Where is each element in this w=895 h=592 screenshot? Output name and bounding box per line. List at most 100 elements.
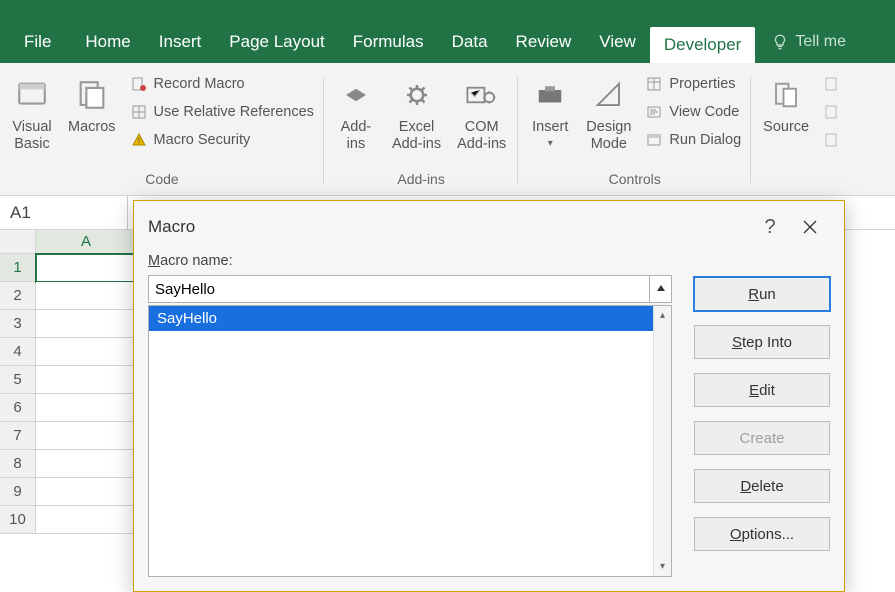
cell-a1[interactable] [36, 254, 137, 282]
visual-basic-icon [15, 78, 49, 112]
warning-icon: ! [130, 131, 148, 149]
tab-file[interactable]: File [0, 21, 71, 63]
cell[interactable] [36, 282, 137, 310]
visual-basic-label: Visual Basic [12, 119, 51, 152]
row-header[interactable]: 9 [0, 478, 36, 506]
row-header[interactable]: 3 [0, 310, 36, 338]
help-button[interactable]: ? [750, 207, 790, 247]
xml-stub-1[interactable] [819, 73, 845, 95]
macros-label: Macros [68, 119, 116, 136]
macro-security-button[interactable]: ! Macro Security [126, 129, 318, 151]
doc-icon [824, 132, 840, 148]
addins-button[interactable]: Add- ins [330, 71, 382, 171]
code-icon [645, 103, 663, 121]
cell[interactable] [36, 366, 137, 394]
view-code-button[interactable]: View Code [641, 101, 745, 123]
design-mode-button[interactable]: Design Mode [580, 71, 637, 171]
edit-button[interactable]: Edit [694, 373, 830, 407]
run-dialog-label: Run Dialog [669, 132, 741, 148]
ribbon-group-xml-label [799, 171, 803, 189]
com-addins-label: COM Add-ins [457, 119, 506, 152]
excel-addins-button[interactable]: Excel Add-ins [386, 71, 447, 171]
tab-home[interactable]: Home [71, 21, 144, 63]
cell[interactable] [36, 506, 137, 534]
tell-me-label: Tell me [795, 33, 846, 51]
visual-basic-button[interactable]: Visual Basic [6, 71, 58, 171]
chevron-down-icon: ▾ [660, 561, 665, 572]
ribbon: Visual Basic Macros Record Macro Use Rel… [0, 63, 895, 196]
close-button[interactable] [790, 207, 830, 247]
ruler-triangle-icon [593, 80, 625, 110]
scrollbar[interactable]: ▴ ▾ [653, 306, 671, 576]
tab-data[interactable]: Data [438, 21, 502, 63]
options-button[interactable]: Options... [694, 517, 830, 551]
ribbon-group-addins-label: Add-ins [397, 171, 444, 189]
cell[interactable] [36, 310, 137, 338]
tab-developer[interactable]: Developer [650, 27, 756, 63]
dialog-titlebar: Macro ? [134, 201, 844, 253]
step-into-button[interactable]: Step Into [694, 325, 830, 359]
row-header[interactable]: 10 [0, 506, 36, 534]
close-icon [802, 219, 818, 235]
macros-button[interactable]: Macros [62, 71, 122, 171]
ribbon-group-xml: Source [751, 71, 851, 189]
macro-dialog: Macro ? Macro name: SayHello ▴ ▾ Run [133, 200, 845, 592]
macro-security-label: Macro Security [154, 132, 251, 148]
cell[interactable] [36, 450, 137, 478]
range-picker-button[interactable] [650, 275, 672, 303]
row-header[interactable]: 8 [0, 450, 36, 478]
cell[interactable] [36, 394, 137, 422]
source-icon [770, 80, 802, 110]
record-macro-label: Record Macro [154, 76, 245, 92]
row-header[interactable]: 5 [0, 366, 36, 394]
properties-button[interactable]: Properties [641, 73, 745, 95]
col-header[interactable]: A [36, 230, 137, 254]
xml-stub-3[interactable] [819, 129, 845, 151]
macro-list-item[interactable]: SayHello [149, 306, 653, 331]
macro-name-input[interactable] [148, 275, 650, 303]
run-dialog-button[interactable]: Run Dialog [641, 129, 745, 151]
insert-control-button[interactable]: Insert▾ [524, 71, 576, 171]
tab-review[interactable]: Review [502, 21, 586, 63]
tab-view[interactable]: View [585, 21, 650, 63]
ribbon-group-addins: Add- ins Excel Add-ins COM Add-ins Add-i… [324, 71, 518, 189]
cell[interactable] [36, 422, 137, 450]
tab-strip: File Home Insert Page Layout Formulas Da… [0, 21, 895, 63]
svg-text:!: ! [137, 136, 140, 146]
dialog-title: Macro [148, 217, 195, 237]
cell[interactable] [36, 338, 137, 366]
com-addins-button[interactable]: COM Add-ins [451, 71, 512, 171]
record-icon [130, 75, 148, 93]
macro-list: SayHello ▴ ▾ [148, 305, 672, 577]
collapse-icon [655, 283, 667, 295]
relative-refs-label: Use Relative References [154, 104, 314, 120]
tab-formulas[interactable]: Formulas [339, 21, 438, 63]
record-macro-button[interactable]: Record Macro [126, 73, 318, 95]
com-addins-icon [465, 80, 499, 110]
xml-stub-2[interactable] [819, 101, 845, 123]
tab-insert[interactable]: Insert [145, 21, 216, 63]
grid-icon [130, 103, 148, 121]
addins-icon [341, 80, 371, 110]
doc-icon [824, 104, 840, 120]
source-label: Source [763, 119, 809, 136]
properties-label: Properties [669, 76, 735, 92]
row-header[interactable]: 2 [0, 282, 36, 310]
run-button[interactable]: Run [694, 277, 830, 311]
ribbon-group-controls: Insert▾ Design Mode Properties View Code… [518, 71, 751, 189]
row-header[interactable]: 1 [0, 254, 36, 282]
tell-me[interactable]: Tell me [755, 21, 846, 63]
row-header[interactable]: 4 [0, 338, 36, 366]
relative-refs-button[interactable]: Use Relative References [126, 101, 318, 123]
cell[interactable] [36, 478, 137, 506]
delete-button[interactable]: Delete [694, 469, 830, 503]
row-header[interactable]: 6 [0, 394, 36, 422]
select-all-corner[interactable] [0, 230, 36, 254]
row-header[interactable]: 7 [0, 422, 36, 450]
macro-name-label: Macro name: [148, 253, 672, 275]
dialog-icon [645, 131, 663, 149]
name-box[interactable]: A1 [0, 196, 128, 229]
gear-icon [402, 80, 432, 110]
source-button[interactable]: Source [757, 71, 815, 171]
tab-page-layout[interactable]: Page Layout [215, 21, 338, 63]
